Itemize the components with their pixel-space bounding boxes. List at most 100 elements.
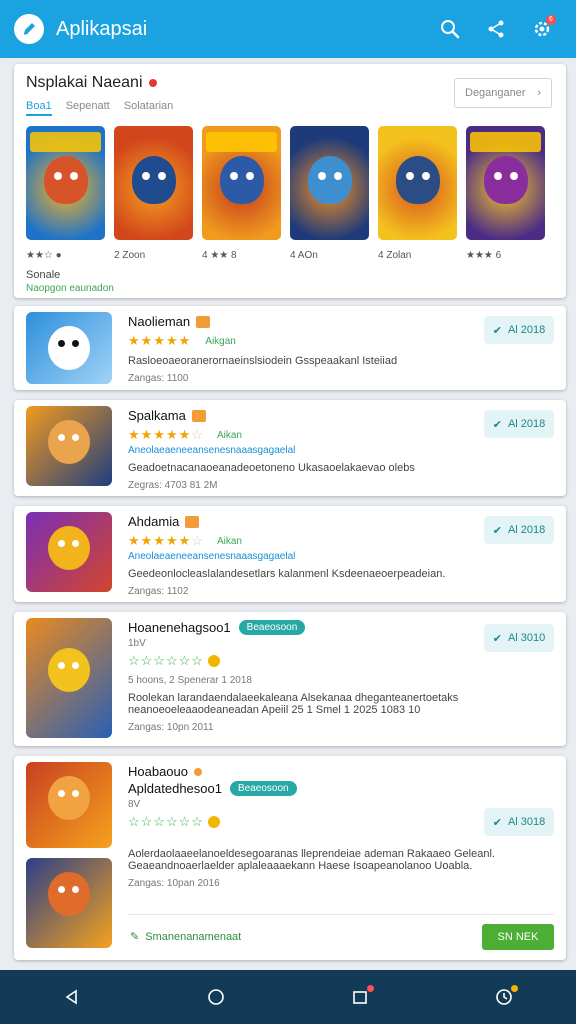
list-item[interactable]: Hoabaouo Apldatedhesoo1 Beaeosoon 8V ☆☆☆☆…	[14, 756, 566, 960]
item-desc: Geedeonlocleaslalandesetlars kalanmenl K…	[128, 568, 446, 580]
featured-game-5[interactable]: ★★★ 6	[466, 126, 545, 261]
pencil-logo-icon[interactable]	[14, 14, 44, 44]
install-button[interactable]: ✔ Al 3010	[484, 624, 554, 652]
dot-icon	[194, 767, 202, 776]
featured-game-0[interactable]: ★★☆ ●	[26, 126, 105, 261]
see-all-button[interactable]: Deganganer ›	[454, 78, 552, 108]
item-tagline: Aneolaeaeneeansenesnaaasgagaelal	[128, 551, 296, 562]
settings-icon[interactable]: 6	[522, 9, 562, 49]
check-icon: ✔	[492, 524, 502, 537]
game-thumbnail[interactable]	[466, 126, 545, 240]
clock-icon[interactable]	[480, 977, 528, 1017]
check-icon: ✔	[492, 418, 502, 431]
rating-stars: ★★★★★	[128, 427, 192, 442]
tab-0[interactable]: Boa1	[26, 100, 52, 116]
game-thumbnail[interactable]	[378, 126, 457, 240]
coin-icon	[207, 655, 220, 667]
item-desc: Aolerdaolaaeelanoeldesegoaranas lleprend…	[128, 848, 495, 872]
game-icon-2[interactable]	[26, 512, 112, 592]
app-bar: Aplikapsai 6	[0, 0, 576, 58]
item-tagline: Aneolaeaeneeansenesnaaasgagaelal	[128, 445, 296, 456]
rating-stars: ★★★★★	[128, 333, 192, 348]
green-action-button[interactable]: SN NEK	[482, 924, 554, 950]
thumb-banner	[206, 132, 277, 152]
install-label: Al 2018	[507, 524, 546, 536]
install-label: Al 2018	[507, 324, 546, 336]
chevron-right-icon: ›	[537, 87, 541, 99]
rating-stars: ☆☆☆☆☆☆	[128, 653, 204, 668]
check-icon: ✔	[492, 816, 502, 829]
item-note: Aikan	[216, 429, 242, 441]
thumb-meta: 4 Zolan	[378, 250, 412, 261]
list-item[interactable]: Ahdamia ★★★★★ ☆ Aikan Aneolaeaeneeansenesn…	[14, 506, 566, 602]
item-desc: Rasloeoaeoranerornaeinslsiodein Gsspeaak…	[128, 355, 398, 367]
item-size: Zangas: 10pn 2011	[128, 722, 214, 733]
thumb-meta: 2 Zoon	[114, 250, 146, 261]
list-item[interactable]: Hoanenehagsoo1 Beaeosoon 1bV ☆☆☆☆☆☆ 5 hoo…	[14, 612, 566, 746]
featured-sub-label: Sonale	[26, 269, 61, 281]
badge-icon	[196, 315, 211, 328]
item-note: Aikgan	[205, 335, 236, 347]
featured-game-2[interactable]: 4 ★★ 8	[202, 126, 281, 261]
featured-game-4[interactable]: 4 Zolan	[378, 126, 457, 261]
check-icon: ✔	[492, 632, 502, 645]
game-icon-5[interactable]	[26, 858, 112, 948]
game-icon-4[interactable]	[26, 762, 112, 848]
item-size: Zangas: 10pan 2016	[128, 878, 220, 889]
thumb-meta: 4 ★★ 8	[202, 250, 237, 261]
install-button[interactable]: ✔ Al 3018	[484, 808, 554, 836]
status-badge: Beaeosoon	[229, 781, 297, 796]
recent-apps-icon[interactable]	[336, 977, 384, 1017]
item-name: Naolieman	[128, 314, 191, 329]
game-icon-1[interactable]	[26, 406, 112, 486]
thumb-banner	[30, 132, 101, 152]
game-thumbnail[interactable]	[26, 126, 105, 240]
back-icon[interactable]	[48, 977, 96, 1017]
status-badge: Beaeosoon	[238, 620, 306, 635]
list-item[interactable]: Spalkama ★★★★★ ☆ Aikan Aneolaeaeneeansenes…	[14, 400, 566, 496]
game-icon-3[interactable]	[26, 618, 112, 738]
item-name: Hoanenehagsoo1	[128, 620, 231, 635]
item-name-2: Apldatedhesoo1	[128, 781, 222, 796]
install-button[interactable]: ✔ Al 2018	[484, 410, 554, 438]
coin-icon	[207, 816, 220, 828]
featured-sub-label-2: Naopgon eaunadon	[26, 283, 114, 294]
list-item[interactable]: Naolieman ★★★★★ Aikgan Rasloeoaeoranerorn…	[14, 306, 566, 390]
item-desc: Roolekan larandaendalaeekaleana Alsekana…	[128, 692, 459, 716]
check-icon: ✔	[492, 324, 502, 337]
install-label: Al 3018	[507, 816, 546, 828]
thumb-meta: 4 AOn	[290, 250, 318, 261]
install-button[interactable]: ✔ Al 2018	[484, 316, 554, 344]
game-thumbnail[interactable]	[202, 126, 281, 240]
thumb-banner	[470, 132, 541, 152]
rating-stars: ★★★★★	[128, 533, 192, 548]
featured-game-3[interactable]: 4 AOn	[290, 126, 369, 261]
game-thumbnail[interactable]	[114, 126, 193, 240]
footer-link[interactable]: ✎ Smanenanamenaat	[130, 930, 241, 944]
tab-2[interactable]: Solatarian	[124, 100, 174, 116]
install-label: Al 2018	[507, 418, 546, 430]
game-icon-0[interactable]	[26, 312, 112, 384]
featured-game-1[interactable]: 2 Zoon	[114, 126, 193, 261]
red-dot-icon	[148, 79, 157, 87]
item-size: Zangas: 1102	[128, 586, 189, 597]
system-nav-bar	[0, 970, 576, 1024]
share-icon[interactable]	[476, 9, 516, 49]
item-name: Ahdamia	[128, 514, 180, 529]
divider	[128, 914, 554, 915]
game-thumbnail[interactable]	[290, 126, 369, 240]
item-note: Aikan	[216, 535, 242, 547]
nav-badge	[511, 985, 518, 992]
thumb-meta: ★★☆ ●	[26, 250, 62, 261]
install-label: Al 3010	[507, 632, 546, 644]
main-content: Nsplakai Naeani Deganganer › Boa1 Sepena…	[0, 58, 576, 970]
item-name: Spalkama	[128, 408, 186, 423]
app-title: Aplikapsai	[56, 17, 148, 40]
search-icon[interactable]	[430, 9, 470, 49]
tab-1[interactable]: Sepenatt	[66, 100, 110, 116]
notification-badge: 6	[546, 15, 556, 25]
badge-icon	[185, 515, 200, 528]
item-desc: Geadoetnacanaoeanadeoetoneno Ukasaoelaka…	[128, 462, 415, 474]
install-button[interactable]: ✔ Al 2018	[484, 516, 554, 544]
home-icon[interactable]	[192, 977, 240, 1017]
